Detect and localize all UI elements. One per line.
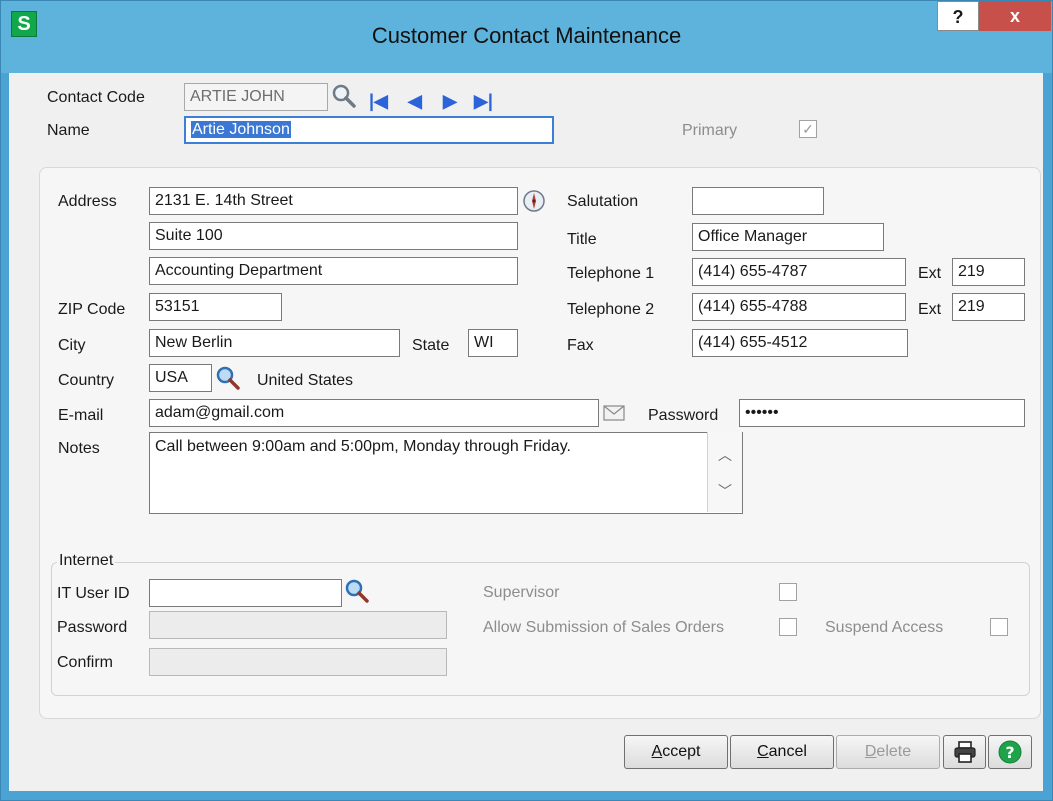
printer-icon [953, 741, 976, 763]
title-bar: S Customer Contact Maintenance ? x [1, 1, 1052, 73]
telephone1-ext-field[interactable]: 219 [952, 258, 1025, 286]
internet-password-label: Password [57, 619, 128, 636]
magnifier-icon[interactable] [215, 365, 241, 391]
allow-sales-orders-checkbox[interactable] [779, 618, 797, 636]
envelope-icon[interactable] [603, 403, 625, 423]
it-user-id-label: IT User ID [57, 585, 130, 602]
fax-field[interactable]: (414) 655-4512 [692, 329, 908, 357]
state-label: State [412, 337, 450, 354]
window-title: Customer Contact Maintenance [371, 23, 682, 48]
city-field[interactable]: New Berlin [149, 329, 400, 357]
contact-code-field[interactable]: ARTIE JOHN [184, 83, 328, 111]
compass-icon[interactable] [522, 189, 546, 213]
previous-record-icon[interactable]: ◀ [408, 91, 422, 112]
confirm-password-field[interactable] [149, 648, 447, 676]
scroll-down-icon[interactable]: ﹀ [708, 476, 742, 506]
notes-textarea[interactable]: Call between 9:00am and 5:00pm, Monday t… [149, 432, 743, 514]
print-button[interactable] [943, 735, 986, 769]
address-label: Address [58, 193, 117, 210]
cancel-button[interactable]: Cancel [730, 735, 834, 769]
internet-password-field[interactable] [149, 611, 447, 639]
country-label: Country [58, 372, 115, 389]
notes-text: Call between 9:00am and 5:00pm, Monday t… [155, 438, 571, 455]
name-label: Name [47, 122, 90, 139]
delete-button[interactable]: Delete [836, 735, 940, 769]
supervisor-checkbox[interactable] [779, 583, 797, 601]
supervisor-label: Supervisor [483, 584, 560, 601]
notes-scrollbar[interactable]: ︿ ﹀ [707, 432, 742, 512]
salutation-label: Salutation [567, 193, 639, 210]
email-label: E-mail [58, 407, 104, 424]
telephone2-ext-field[interactable]: 219 [952, 293, 1025, 321]
close-button[interactable]: x [979, 1, 1051, 31]
primary-checkbox[interactable]: ✓ [799, 120, 817, 138]
telephone1-ext-label: Ext [918, 265, 942, 282]
confirm-label: Confirm [57, 654, 114, 671]
next-record-icon[interactable]: ▶ [443, 91, 457, 112]
accept-button[interactable]: Accept [624, 735, 728, 769]
it-user-id-field[interactable] [149, 579, 342, 607]
title-label: Title [567, 231, 597, 248]
salutation-field[interactable] [692, 187, 824, 215]
email-field[interactable]: adam@gmail.com [149, 399, 599, 427]
zip-code-field[interactable]: 53151 [149, 293, 282, 321]
telephone2-ext-label: Ext [918, 301, 942, 318]
magnifier-icon[interactable] [344, 578, 370, 604]
state-field[interactable]: WI [468, 329, 518, 357]
internet-group-label: Internet [57, 552, 116, 570]
suspend-access-checkbox[interactable] [990, 618, 1008, 636]
address-line3-field[interactable]: Accounting Department [149, 257, 518, 285]
allow-sales-orders-label: Allow Submission of Sales Orders [483, 619, 724, 636]
notes-label: Notes [58, 440, 100, 457]
contact-code-label: Contact Code [47, 89, 145, 106]
svg-text:?: ? [1005, 743, 1014, 762]
dialog-window: S Customer Contact Maintenance ? x Conta… [0, 0, 1053, 801]
address-line2-field[interactable]: Suite 100 [149, 222, 518, 250]
telephone1-label: Telephone 1 [567, 265, 655, 282]
telephone2-field[interactable]: (414) 655-4788 [692, 293, 906, 321]
email-password-field[interactable]: •••••• [739, 399, 1025, 427]
address-line1-field[interactable]: 2131 E. 14th Street [149, 187, 518, 215]
last-record-icon[interactable]: ▶| [474, 91, 493, 112]
city-label: City [58, 337, 86, 354]
primary-label: Primary [682, 122, 738, 139]
help-icon: ? [998, 740, 1022, 764]
name-field[interactable]: Artie Johnson [184, 116, 554, 144]
telephone1-field[interactable]: (414) 655-4787 [692, 258, 906, 286]
first-record-icon[interactable]: |◀ [369, 91, 388, 112]
zip-code-label: ZIP Code [58, 301, 126, 318]
dialog-body: Contact Code ARTIE JOHN |◀ ◀ ▶ ▶| Name A… [9, 73, 1043, 791]
telephone2-label: Telephone 2 [567, 301, 655, 318]
scroll-up-icon[interactable]: ︿ [708, 440, 742, 470]
country-code-field[interactable]: USA [149, 364, 212, 392]
country-name-text: United States [257, 372, 354, 389]
fax-label: Fax [567, 337, 594, 354]
magnifier-icon[interactable] [331, 83, 357, 109]
suspend-access-label: Suspend Access [825, 619, 944, 636]
email-password-label: Password [648, 407, 719, 424]
title-field[interactable]: Office Manager [692, 223, 884, 251]
help-title-button[interactable]: ? [937, 1, 979, 31]
help-button[interactable]: ? [988, 735, 1032, 769]
